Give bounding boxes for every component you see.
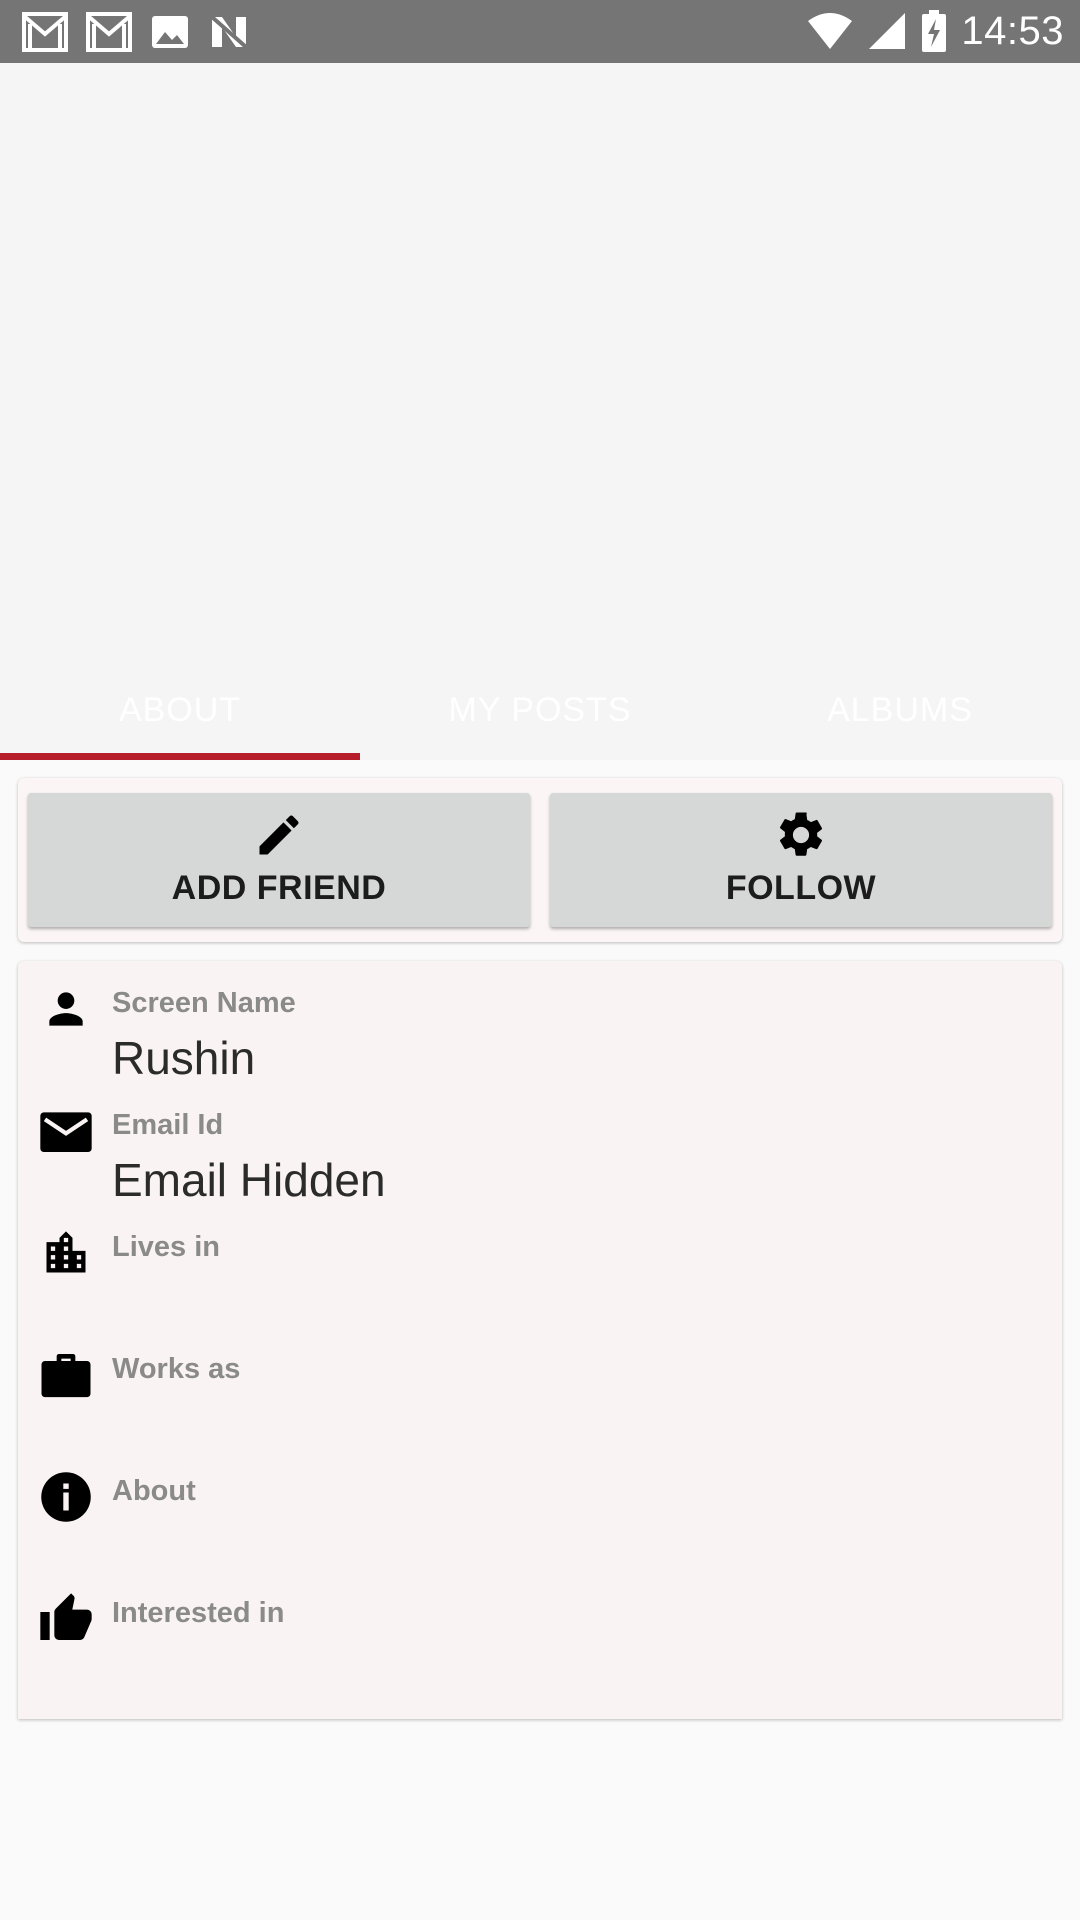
field-value: Rushin bbox=[112, 1032, 256, 1084]
briefcase-icon bbox=[38, 1347, 94, 1403]
field-label: Screen Name bbox=[112, 987, 296, 1019]
info-icon bbox=[38, 1469, 94, 1525]
actions-card: ADD FRIEND FOLLOW bbox=[18, 778, 1062, 942]
follow-button[interactable]: FOLLOW bbox=[550, 793, 1052, 927]
tab-indicator bbox=[0, 753, 360, 760]
field-about: About bbox=[18, 1449, 1062, 1571]
profile-header bbox=[0, 63, 1080, 760]
field-screen-name: Screen Name Rushin bbox=[18, 961, 1062, 1084]
tab-albums[interactable]: ALBUMS bbox=[720, 660, 1080, 760]
field-interested-in: Interested in bbox=[18, 1571, 1062, 1693]
gmail-icon bbox=[86, 12, 132, 52]
tab-about[interactable]: ABOUT bbox=[0, 660, 360, 760]
field-label: Works as bbox=[112, 1353, 241, 1385]
field-works-as: Works as bbox=[18, 1327, 1062, 1449]
n-app-icon bbox=[208, 13, 250, 51]
field-label: About bbox=[112, 1475, 196, 1507]
field-label: Lives in bbox=[112, 1231, 220, 1263]
profile-info-card: Screen Name Rushin Email Id Email Hidden… bbox=[18, 961, 1062, 1719]
status-time: 14:53 bbox=[961, 8, 1064, 53]
thumbs-up-icon bbox=[38, 1591, 94, 1647]
field-lives-in: Lives in bbox=[18, 1205, 1062, 1327]
gear-icon bbox=[774, 809, 828, 861]
battery-charging-icon bbox=[921, 10, 947, 52]
envelope-icon bbox=[38, 1103, 94, 1159]
follow-label: FOLLOW bbox=[725, 869, 877, 907]
signal-icon bbox=[867, 11, 907, 51]
gmail-icon bbox=[22, 12, 68, 52]
field-email: Email Id Email Hidden bbox=[18, 1083, 1062, 1206]
field-label: Interested in bbox=[112, 1597, 285, 1629]
pencil-icon bbox=[253, 809, 305, 861]
city-icon bbox=[38, 1225, 94, 1281]
image-icon bbox=[150, 14, 190, 50]
status-bar: 14:53 bbox=[0, 0, 1080, 63]
tab-bar: ABOUT MY POSTS ALBUMS bbox=[0, 660, 1080, 760]
add-friend-button[interactable]: ADD FRIEND bbox=[28, 793, 530, 927]
field-value: Email Hidden bbox=[112, 1154, 386, 1206]
person-icon bbox=[38, 981, 94, 1037]
field-label: Email Id bbox=[112, 1109, 224, 1141]
tab-my-posts[interactable]: MY POSTS bbox=[360, 660, 720, 760]
wifi-icon bbox=[807, 11, 853, 51]
add-friend-label: ADD FRIEND bbox=[171, 869, 387, 907]
